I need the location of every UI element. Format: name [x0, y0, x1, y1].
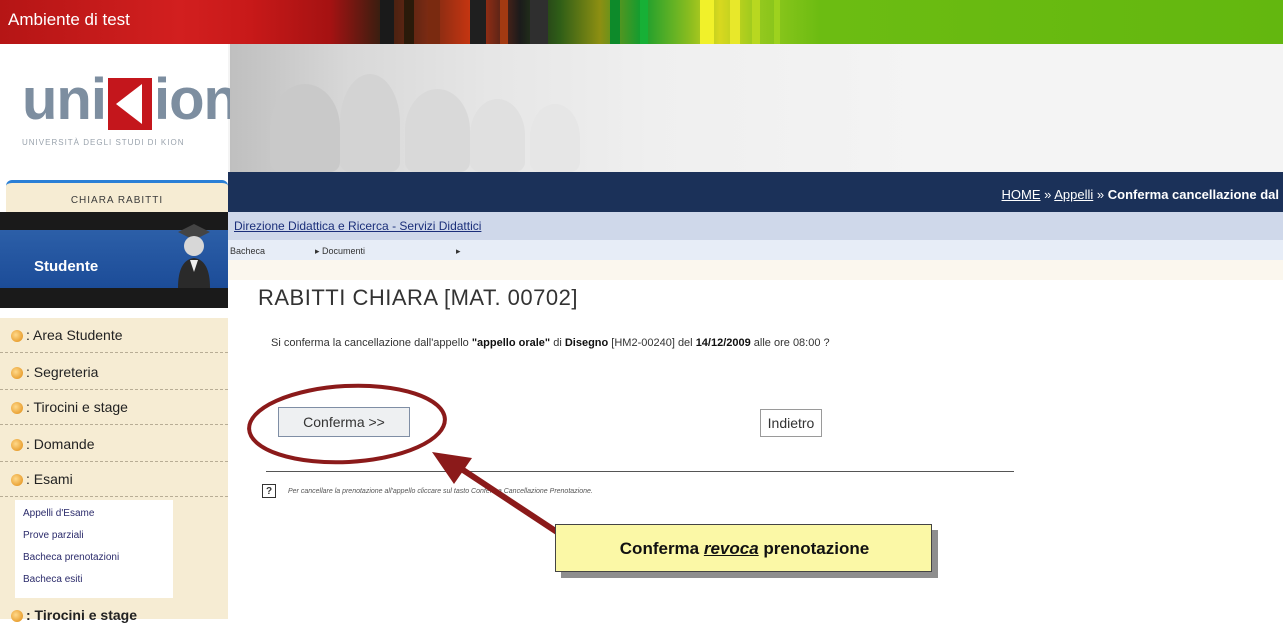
annotation-callout: Conferma revoca prenotazione — [555, 524, 932, 572]
annotation-ellipse — [247, 383, 447, 465]
annotation-arrow-shaft — [458, 465, 562, 537]
callout-pre: Conferma — [619, 539, 704, 558]
annotation-arrow-head — [432, 452, 472, 484]
callout-emphasis: revoca — [703, 539, 759, 558]
callout-text: Conferma revoca prenotazione — [556, 539, 933, 559]
callout-post: prenotazione — [758, 539, 870, 558]
